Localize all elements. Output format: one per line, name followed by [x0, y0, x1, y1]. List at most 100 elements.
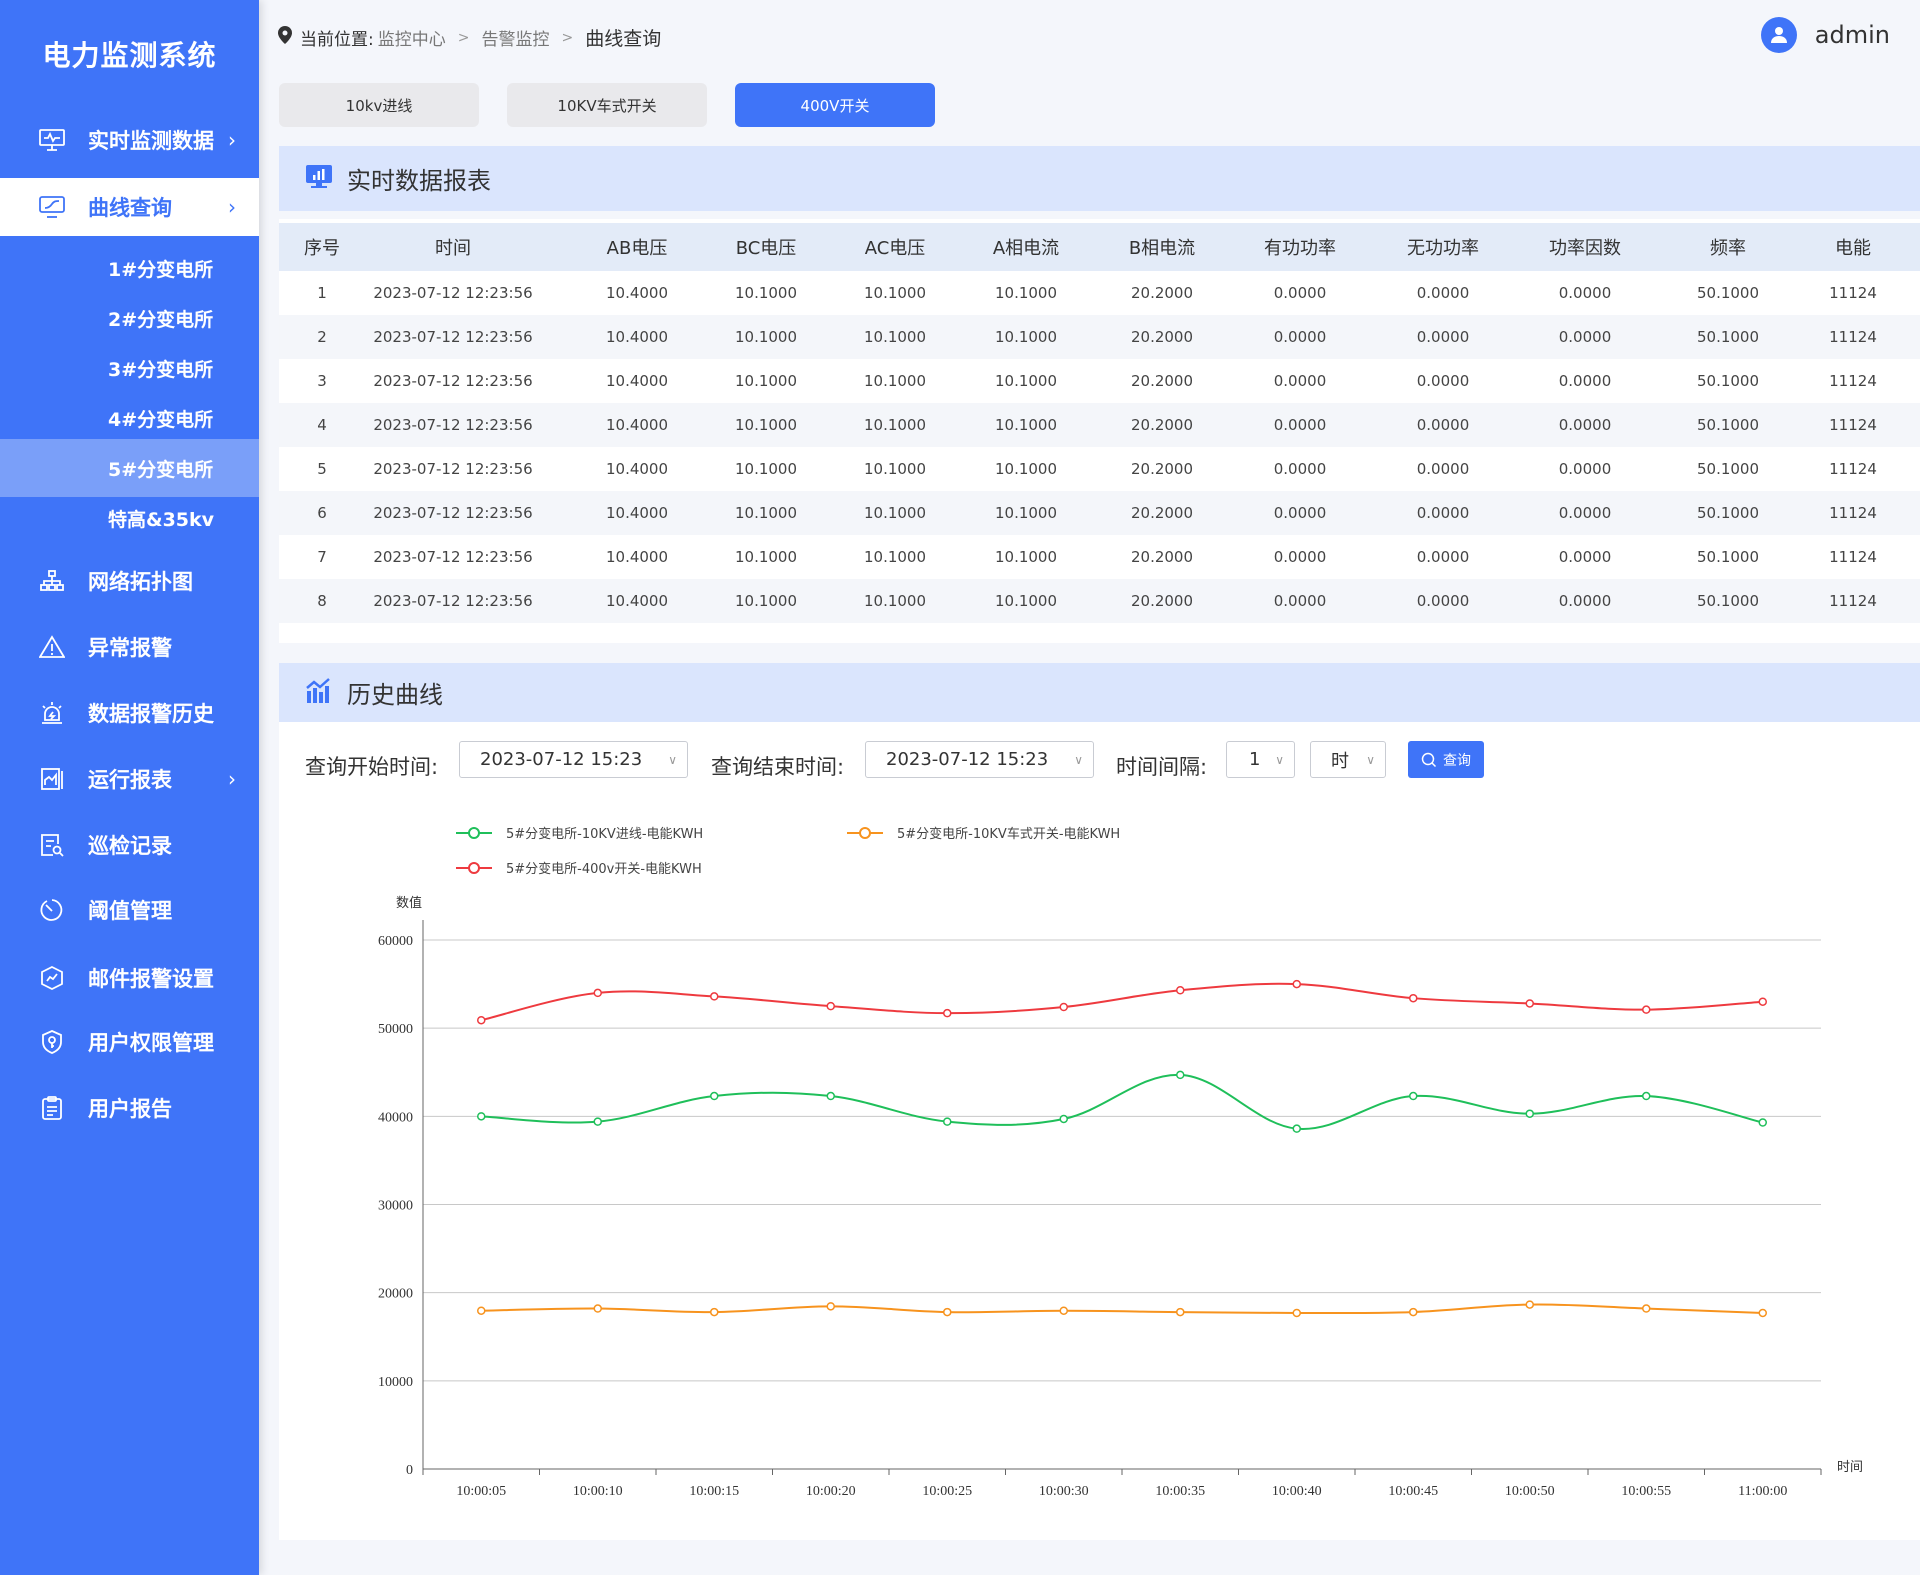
data-point [593, 1304, 602, 1313]
sidebar-item-network-topology[interactable]: 网络拓扑图 [0, 552, 259, 610]
x-tick-label: 10:00:20 [806, 1484, 856, 1499]
y-axis-title: 数值 [396, 895, 422, 911]
data-point [477, 1015, 486, 1025]
sidebar-subitem-substation-4[interactable]: 4#分变电所 [0, 393, 259, 443]
sidebar-subitem-substation-5[interactable]: 5#分变电所 [0, 439, 259, 497]
sidebar-item-curve-query[interactable]: 曲线查询 › [0, 178, 259, 236]
shield-trend-icon [38, 964, 66, 992]
subitem-label: 5#分变电所 [108, 458, 214, 481]
data-point [1758, 1308, 1767, 1318]
data-point [1642, 1091, 1651, 1101]
data-point [1292, 979, 1301, 989]
data-point [710, 1091, 719, 1101]
data-point [477, 1306, 486, 1315]
data-point [1059, 1002, 1068, 1012]
data-point [1292, 1308, 1301, 1318]
data-point [826, 1302, 835, 1311]
sidebar-item-realtime-monitoring[interactable]: 实时监测数据 › [0, 111, 259, 169]
chevron-right-icon: › [228, 128, 236, 152]
x-tick-label: 10:00:10 [573, 1484, 623, 1499]
sidebar-subitem-substation-1[interactable]: 1#分变电所 [0, 243, 259, 293]
sidebar-item-label: 阈值管理 [88, 899, 172, 923]
sidebar-item-email-alarm-settings[interactable]: 邮件报警设置 [0, 949, 259, 1007]
data-point [1525, 1109, 1534, 1118]
x-tick-label: 11:00:00 [1738, 1484, 1787, 1499]
data-point [1409, 993, 1418, 1003]
monitor-chart-icon [38, 193, 66, 221]
subitem-label: 3#分变电所 [108, 358, 214, 381]
data-point [1642, 1304, 1651, 1313]
x-tick-label: 10:00:35 [1155, 1484, 1205, 1499]
x-tick-label: 10:00:05 [456, 1484, 506, 1499]
y-tick-label: 30000 [378, 1199, 413, 1214]
data-point [1059, 1306, 1068, 1315]
sidebar-item-threshold-management[interactable]: 阈值管理 [0, 881, 259, 939]
data-point [943, 1307, 952, 1317]
sidebar-subitem-substation-3[interactable]: 3#分变电所 [0, 343, 259, 393]
sidebar: 电力监测系统 实时监测数据 › 曲线查询 › 1#分变电所 2#分变电所 3#分… [0, 0, 259, 1575]
data-point [1525, 999, 1534, 1008]
data-point [1176, 1070, 1185, 1080]
subitem-label: 特高&35kv [108, 508, 215, 531]
y-tick-label: 0 [406, 1463, 413, 1478]
y-tick-label: 50000 [378, 1022, 413, 1037]
y-tick-label: 60000 [378, 934, 413, 949]
x-tick-label: 10:00:45 [1388, 1484, 1438, 1499]
data-point [1409, 1091, 1418, 1101]
y-tick-label: 10000 [378, 1375, 413, 1390]
series-line-0 [481, 1073, 1763, 1130]
sidebar-item-label: 用户报告 [88, 1097, 172, 1121]
sidebar-item-user-permissions[interactable]: 用户权限管理 [0, 1013, 259, 1071]
sidebar-item-label: 数据报警历史 [88, 702, 214, 726]
sidebar-item-abnormal-alarm[interactable]: 异常报警 [0, 618, 259, 676]
data-point [943, 1008, 952, 1018]
x-tick-label: 10:00:15 [689, 1484, 739, 1499]
data-point [710, 992, 719, 1001]
x-tick-label: 10:00:40 [1272, 1484, 1322, 1499]
data-point [593, 988, 602, 998]
data-point [477, 1112, 486, 1121]
chevron-right-icon: › [228, 767, 236, 791]
sidebar-subitem-uhv-35kv[interactable]: 特高&35kv [0, 493, 259, 543]
subitem-label: 4#分变电所 [108, 408, 214, 431]
data-point [1292, 1124, 1301, 1133]
document-search-icon [38, 831, 66, 859]
sidebar-item-alarm-history[interactable]: 数据报警历史 [0, 684, 259, 742]
y-tick-label: 40000 [378, 1110, 413, 1125]
series-line-1 [481, 1303, 1763, 1315]
chevron-right-icon: › [228, 195, 236, 219]
sidebar-item-label: 异常报警 [88, 636, 172, 660]
sidebar-subitem-substation-2[interactable]: 2#分变电所 [0, 293, 259, 343]
warning-triangle-icon [38, 633, 66, 661]
sidebar-item-operation-report[interactable]: 运行报表 › [0, 750, 259, 808]
x-axis-title: 时间 [1837, 1460, 1863, 1475]
data-point [826, 1001, 835, 1011]
data-point [1059, 1114, 1068, 1124]
y-tick-label: 20000 [378, 1287, 413, 1302]
data-point [1409, 1307, 1418, 1317]
sidebar-item-label: 巡检记录 [88, 834, 172, 858]
data-point [1525, 1300, 1534, 1309]
sidebar-item-label: 邮件报警设置 [88, 967, 214, 991]
data-point [593, 1117, 602, 1126]
subitem-label: 2#分变电所 [108, 308, 214, 331]
data-point [943, 1117, 952, 1126]
data-point [826, 1091, 835, 1101]
sidebar-item-label: 用户权限管理 [88, 1031, 214, 1055]
sidebar-item-label: 网络拓扑图 [88, 570, 193, 594]
app-logo-title: 电力监测系统 [42, 39, 217, 72]
data-point [1758, 997, 1767, 1006]
data-point [1176, 1307, 1185, 1317]
x-tick-label: 10:00:30 [1039, 1484, 1089, 1499]
data-point [1176, 986, 1185, 995]
data-point [710, 1307, 719, 1317]
sidebar-item-user-report[interactable]: 用户报告 [0, 1079, 259, 1137]
history-line-chart: 0 10000 20000 30000 40000 50000 60000 10:00:05 1… [378, 895, 1863, 1499]
sidebar-item-label: 曲线查询 [88, 196, 172, 220]
series-line-2 [481, 982, 1763, 1022]
monitor-pulse-icon [38, 126, 66, 154]
x-tick-label: 10:00:50 [1505, 1484, 1555, 1499]
sidebar-item-label: 运行报表 [88, 768, 172, 792]
sidebar-item-label: 实时监测数据 [88, 129, 214, 153]
sidebar-item-inspection-record[interactable]: 巡检记录 [0, 816, 259, 874]
